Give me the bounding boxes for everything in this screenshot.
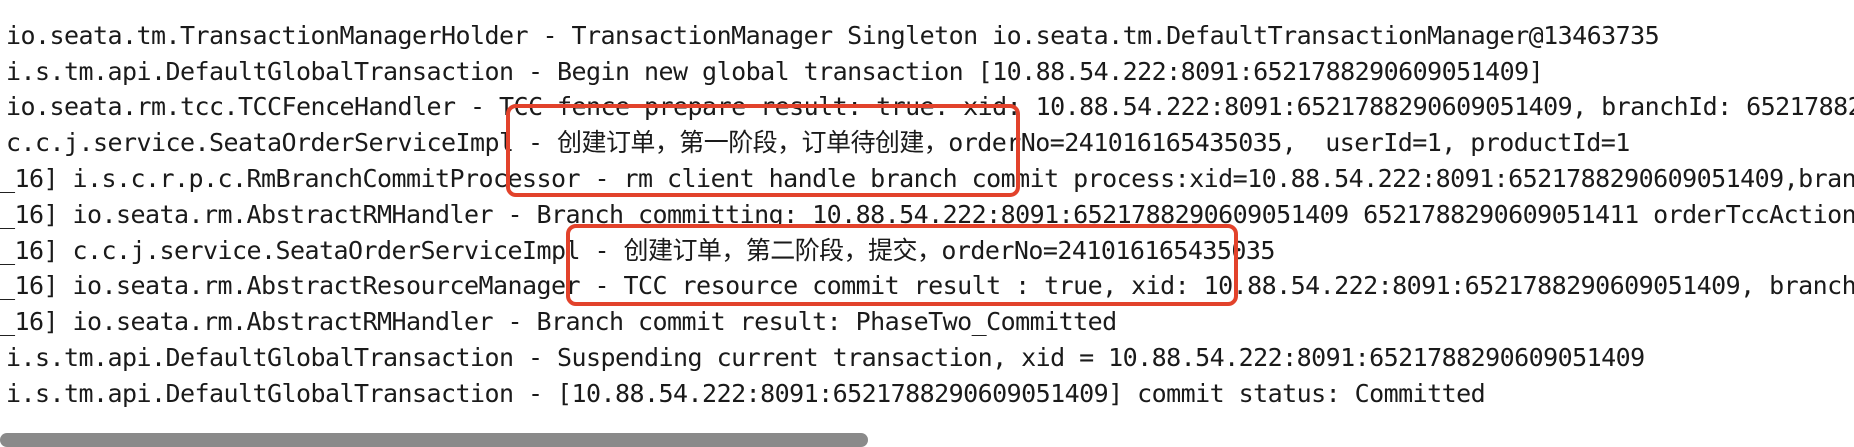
horizontal-scrollbar[interactable] bbox=[0, 426, 1854, 447]
log-line-branch-committing: _16] io.seata.rm.AbstractRMHandler - Bra… bbox=[0, 200, 1854, 229]
log-line-order-phase-two: _16] c.c.j.service.SeataOrderServiceImpl… bbox=[0, 236, 1275, 265]
log-line-order-phase-one: c.c.j.service.SeataOrderServiceImpl - 创建… bbox=[6, 128, 1630, 157]
log-line-tcc-resource-commit: _16] io.seata.rm.AbstractResourceManager… bbox=[0, 271, 1854, 300]
scrollbar-thumb[interactable] bbox=[0, 433, 868, 447]
log-line-branch-commit-result: _16] io.seata.rm.AbstractRMHandler - Bra… bbox=[0, 307, 1117, 336]
log-line-rm-branch-commit: _16] i.s.c.r.p.c.RmBranchCommitProcessor… bbox=[0, 164, 1854, 193]
log-console: io.seata.tm.TransactionManagerHolder - T… bbox=[0, 0, 1854, 440]
log-line-tcc-fence-prepare: io.seata.rm.tcc.TCCFenceHandler - TCC fe… bbox=[6, 92, 1854, 121]
log-line-tm-holder: io.seata.tm.TransactionManagerHolder - T… bbox=[6, 21, 1660, 50]
log-line-suspending-tx: i.s.tm.api.DefaultGlobalTransaction - Su… bbox=[6, 343, 1645, 372]
log-line-commit-status: i.s.tm.api.DefaultGlobalTransaction - [1… bbox=[6, 379, 1486, 408]
log-line-begin-global-tx: i.s.tm.api.DefaultGlobalTransaction - Be… bbox=[6, 57, 1544, 86]
